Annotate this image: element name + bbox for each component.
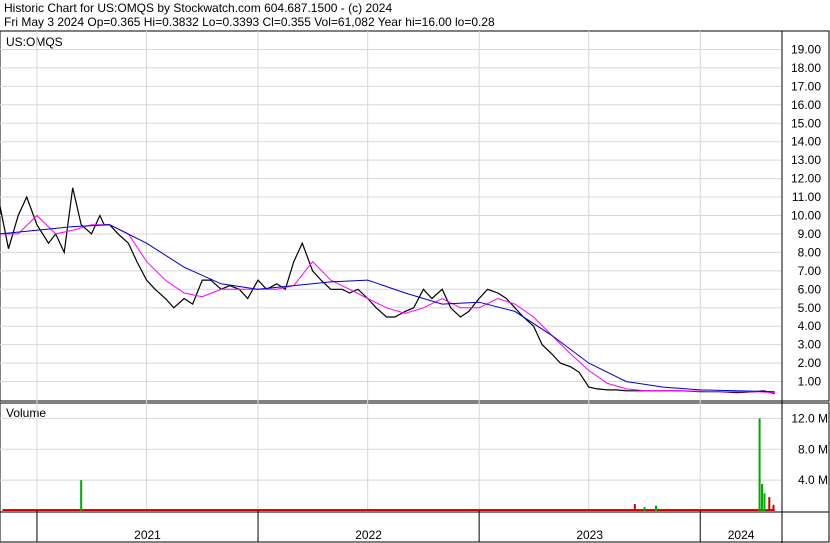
price-y-tick-label: 10.00: [791, 209, 821, 223]
price-y-tick-label: 9.00: [798, 227, 822, 241]
price-y-tick-label: 19.00: [791, 42, 821, 56]
volume-panel-label: Volume: [6, 406, 46, 420]
header-line-2: Fri May 3 2024 Op=0.365 Hi=0.3832 Lo=0.3…: [4, 15, 495, 29]
volume-bar: [643, 507, 646, 511]
year-label: 2023: [576, 528, 603, 542]
price-y-tick-label: 16.00: [791, 98, 821, 112]
price-y-tick-label: 15.00: [791, 116, 821, 130]
volume-bar: [761, 484, 764, 511]
price-y-tick-label: 11.00: [792, 190, 821, 204]
price-y-tick-label: 17.00: [791, 79, 821, 93]
volume-bar: [80, 480, 83, 511]
volume-bar: [655, 505, 658, 511]
price-y-tick-label: 8.00: [798, 245, 822, 259]
price-y-tick-label: 5.00: [798, 301, 822, 315]
price-y-tick-label: 14.00: [791, 135, 821, 149]
price-y-tick-label: 2.00: [798, 356, 822, 370]
year-label: 2021: [134, 528, 161, 542]
volume-bar: [768, 497, 771, 511]
price-y-tick-label: 7.00: [798, 264, 822, 278]
price-y-tick-label: 18.00: [791, 61, 821, 75]
price-panel-label: US:OMQS: [6, 35, 63, 49]
header-line-1: Historic Chart for US:OMQS by Stockwatch…: [4, 1, 392, 15]
year-label: 2022: [355, 528, 382, 542]
price-y-tick-label: 4.00: [798, 319, 822, 333]
stock-chart: Historic Chart for US:OMQS by Stockwatch…: [0, 0, 830, 543]
volume-bar: [758, 418, 761, 511]
volume-bar: [633, 504, 636, 511]
price-y-tick-label: 6.00: [798, 282, 822, 296]
volume-bar: [772, 504, 775, 511]
price-y-tick-label: 13.00: [791, 153, 821, 167]
chart-background: [0, 0, 830, 543]
price-y-tick-label: 3.00: [798, 338, 822, 352]
volume-y-tick-label: 4.0 M: [798, 473, 828, 487]
volume-baseline: [2, 509, 775, 511]
price-y-tick-label: 12.00: [791, 172, 821, 186]
year-label: 2024: [728, 528, 755, 542]
volume-y-tick-label: 12.0 M: [791, 411, 828, 425]
volume-bar: [763, 493, 766, 511]
price-y-tick-label: 1.00: [798, 375, 822, 389]
volume-y-tick-label: 8.0 M: [798, 442, 828, 456]
